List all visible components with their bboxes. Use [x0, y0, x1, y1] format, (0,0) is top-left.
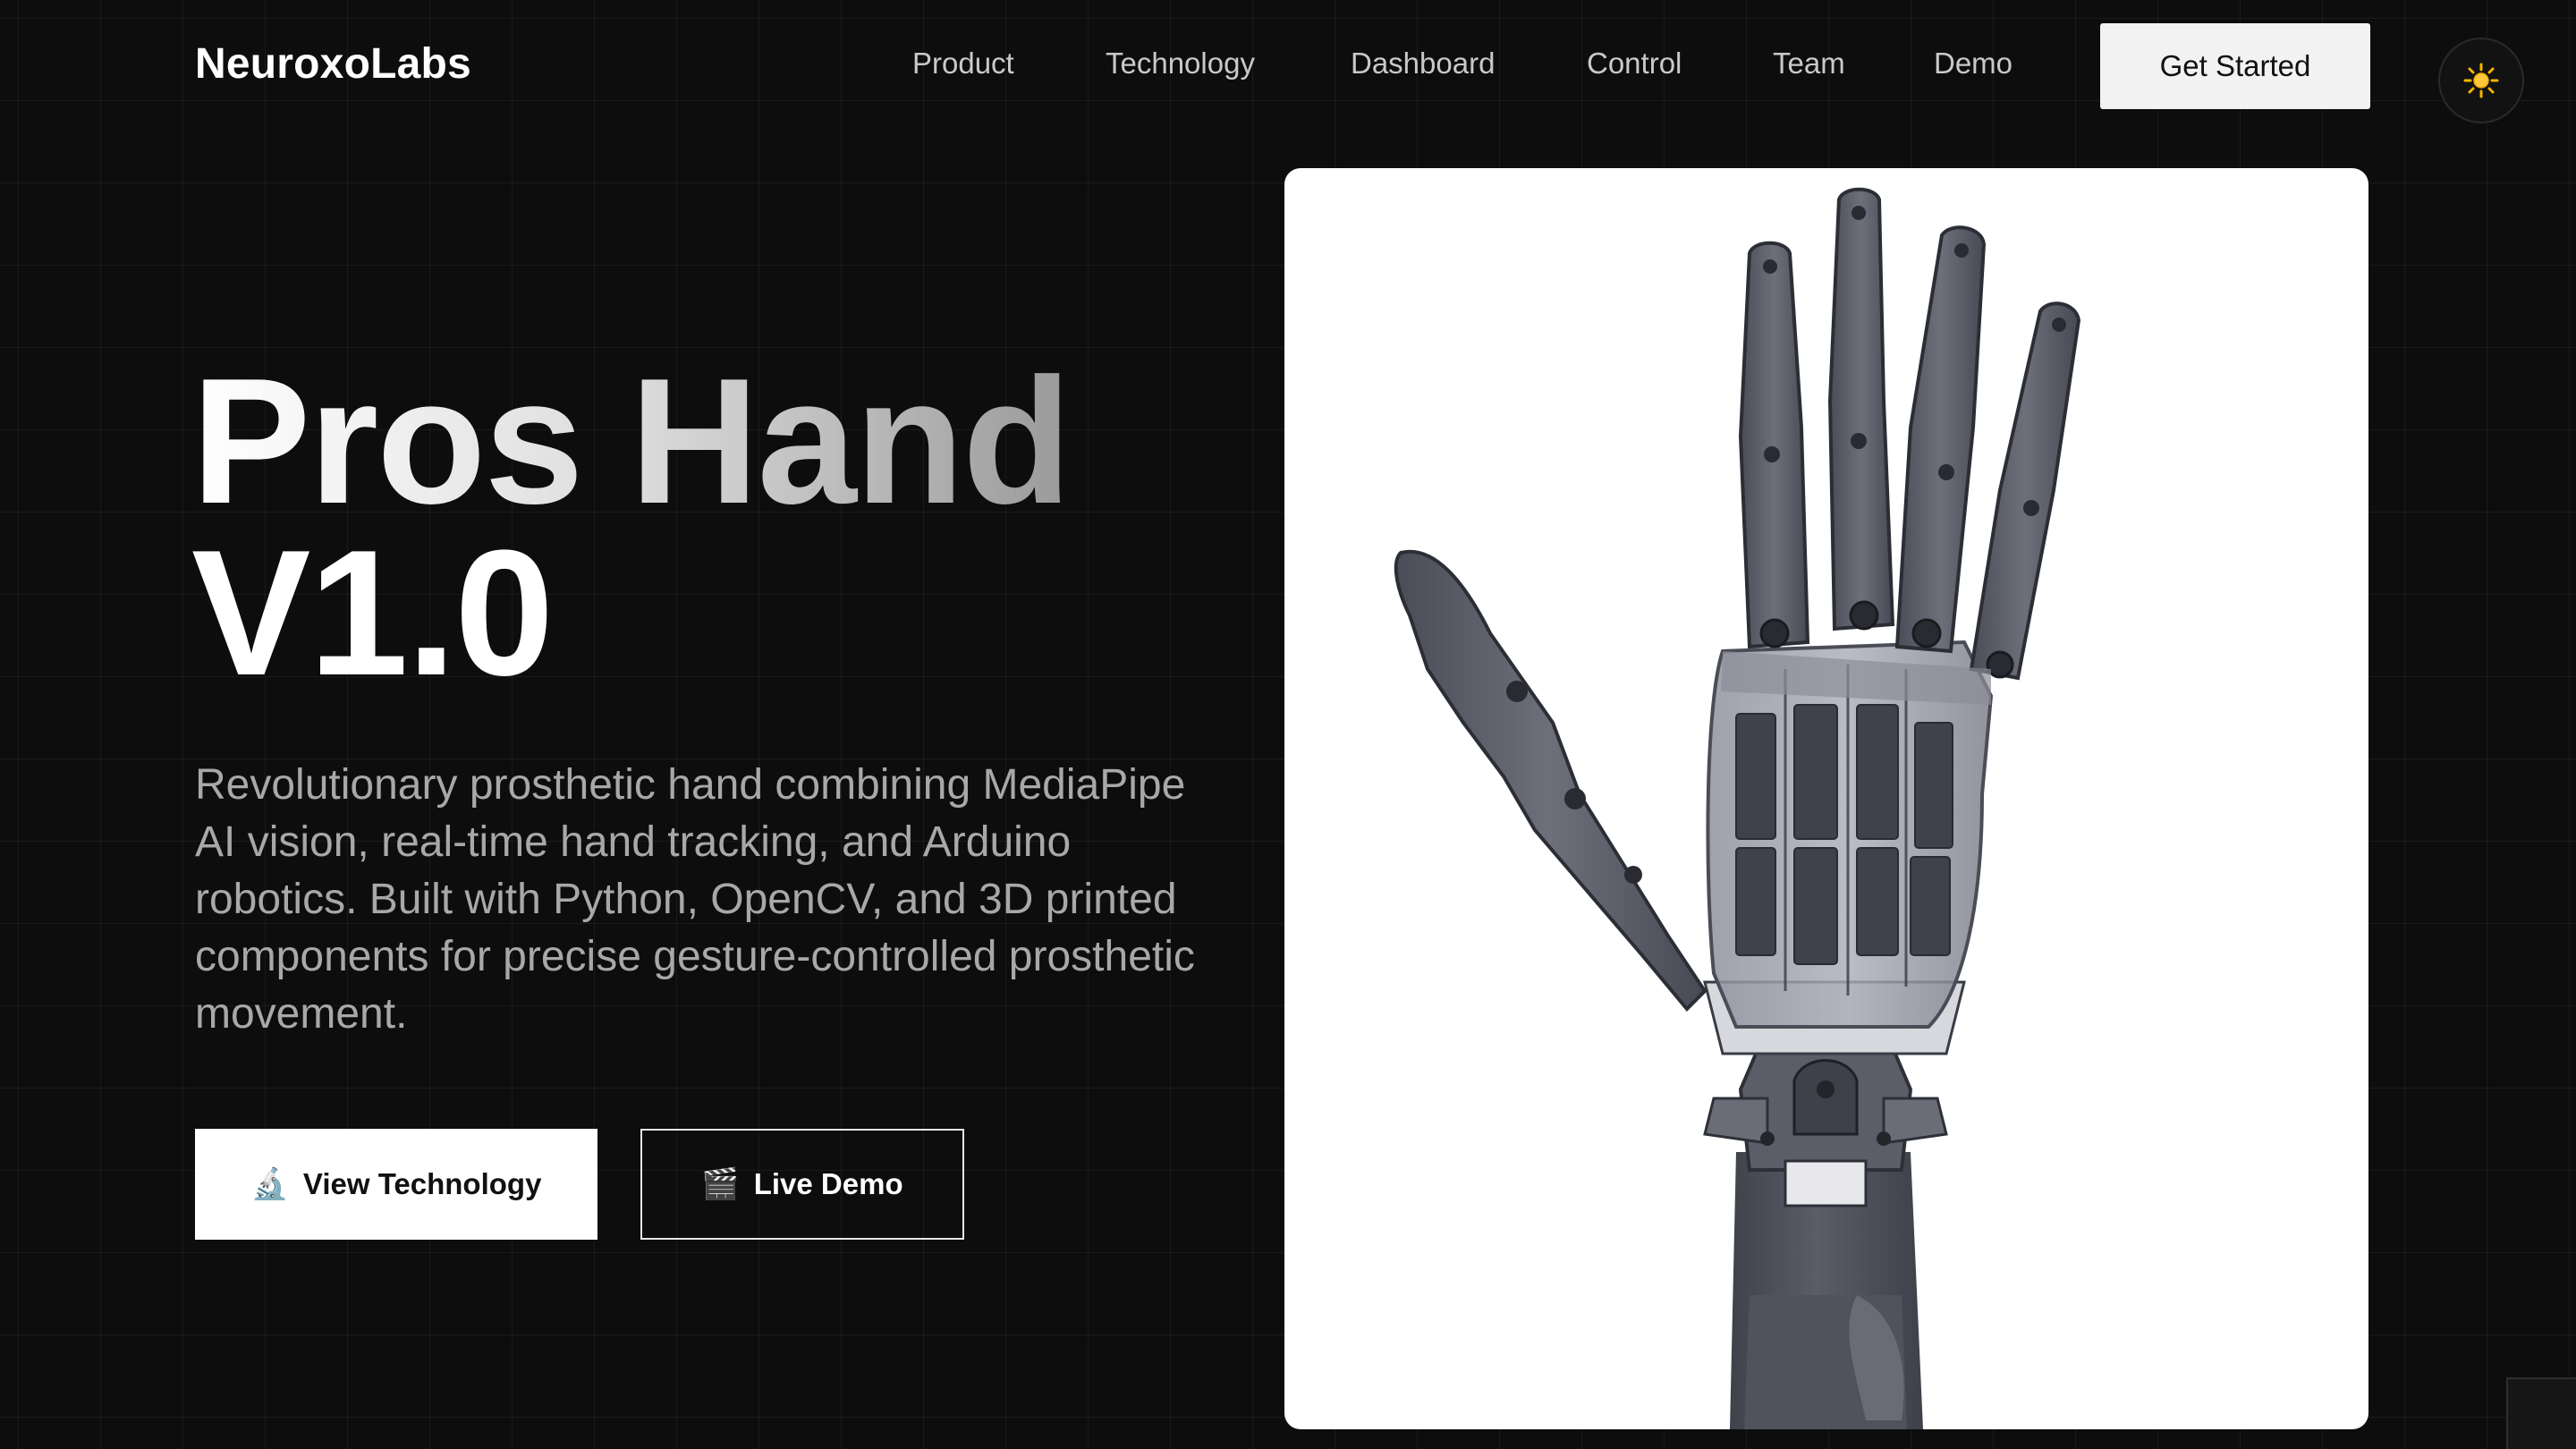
clapperboard-icon: 🎬: [701, 1167, 740, 1201]
hero-title-line-2: V1.0: [191, 513, 554, 713]
nav-link-control[interactable]: Control: [1587, 47, 1682, 80]
sun-icon: [2463, 63, 2499, 98]
robotic-hand-image: [1394, 187, 2081, 1429]
top-navigation: NeuroxoLabs Product Technology Dashboard…: [0, 0, 2576, 134]
nav-link-team[interactable]: Team: [1773, 47, 1845, 80]
hero-title: Pros Hand V1.0: [191, 342, 1072, 713]
nav-link-product[interactable]: Product: [912, 47, 1014, 80]
corner-scroll-widget[interactable]: [2506, 1377, 2576, 1449]
view-technology-label: View Technology: [302, 1167, 542, 1200]
theme-toggle-button[interactable]: [2438, 38, 2524, 123]
hero-title-line-1: Pros Hand: [191, 342, 1072, 541]
get-started-button[interactable]: Get Started: [2100, 23, 2370, 109]
nav-link-dashboard[interactable]: Dashboard: [1351, 47, 1495, 80]
nav-link-demo[interactable]: Demo: [1934, 47, 2012, 80]
view-technology-button[interactable]: 🔬 View Technology: [195, 1129, 597, 1240]
brand-logo[interactable]: NeuroxoLabs: [195, 39, 471, 89]
hero-description: Revolutionary prosthetic hand combining …: [195, 761, 1195, 1038]
product-image-card: [1284, 168, 2368, 1429]
nav-link-technology[interactable]: Technology: [1106, 47, 1255, 80]
live-demo-button[interactable]: 🎬 Live Demo: [640, 1129, 964, 1240]
microscope-icon: 🔬: [250, 1167, 289, 1201]
live-demo-label: Live Demo: [753, 1167, 903, 1200]
